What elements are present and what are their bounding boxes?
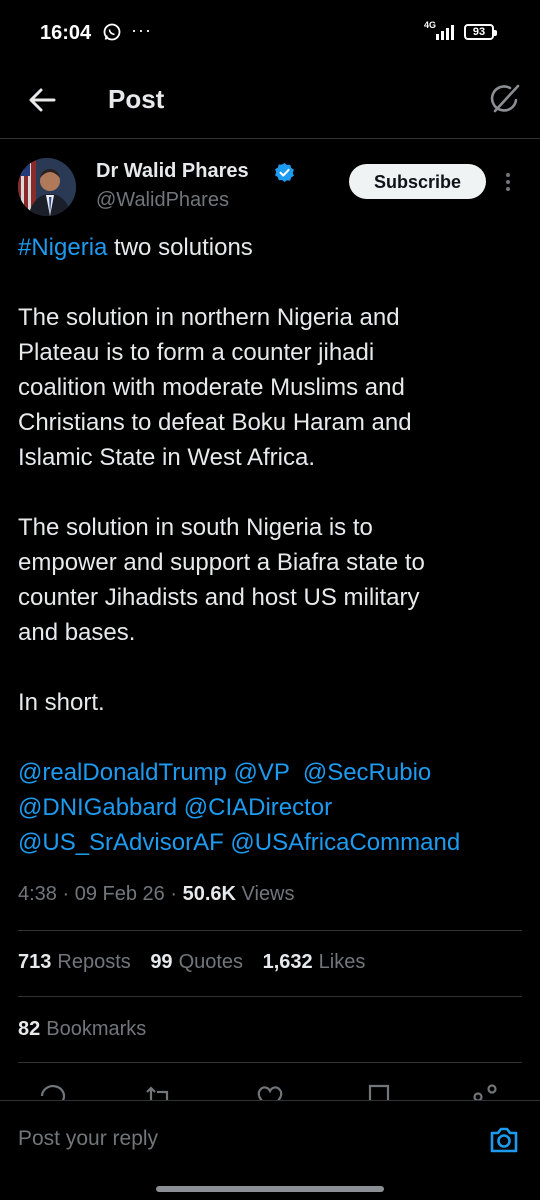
reply-input[interactable] bbox=[18, 1127, 458, 1151]
author-handle[interactable]: @WalidPhares bbox=[96, 189, 229, 212]
status-time: 16:04 bbox=[40, 22, 92, 44]
network-type: 4G bbox=[424, 20, 437, 30]
post-paragraph: empower and support a Biafra state to bbox=[18, 549, 425, 576]
mention-links[interactable]: @US_SrAdvisorAF @USAfricaCommand bbox=[18, 825, 528, 860]
like-icon[interactable] bbox=[255, 1082, 285, 1102]
whatsapp-icon bbox=[103, 23, 121, 46]
post-paragraph: Christians to defeat Boku Haram and bbox=[18, 409, 412, 436]
battery-icon: 93 bbox=[464, 24, 497, 40]
avatar[interactable] bbox=[18, 158, 76, 216]
bookmarks-stat[interactable]: 82 Bookmarks bbox=[18, 1018, 146, 1041]
post-date: 09 Feb 26 bbox=[74, 883, 165, 905]
divider bbox=[18, 996, 522, 997]
arrow-left-icon[interactable] bbox=[24, 82, 60, 118]
verified-badge-icon bbox=[274, 162, 295, 188]
top-bar: Post bbox=[0, 66, 540, 139]
post-paragraph: Islamic State in West Africa. bbox=[18, 444, 315, 471]
action-bar bbox=[0, 1080, 540, 1102]
status-bar: 16:04 ··· 4G 93 bbox=[0, 0, 540, 66]
post-first-line: #Nigeria two solutions bbox=[18, 230, 528, 265]
divider bbox=[18, 1062, 522, 1063]
divider bbox=[18, 930, 522, 931]
views-label: Views bbox=[241, 883, 295, 905]
post-text: two solutions bbox=[107, 234, 253, 261]
more-dots-icon: ··· bbox=[131, 20, 152, 40]
hashtag-link[interactable]: #Nigeria bbox=[18, 234, 107, 261]
grok-icon[interactable] bbox=[486, 80, 524, 118]
mention-links[interactable]: @DNIGabbard @CIADirector bbox=[18, 790, 528, 825]
battery-level: 93 bbox=[472, 26, 486, 38]
post-paragraph: In short. bbox=[18, 689, 105, 716]
post-paragraph: Plateau is to form a counter jihadi bbox=[18, 339, 375, 366]
post-paragraph: coalition with moderate Muslims and bbox=[18, 374, 405, 401]
likes-stat[interactable]: 1,632 Likes bbox=[263, 951, 366, 973]
camera-icon[interactable] bbox=[487, 1123, 521, 1162]
engagement-stats: 713 Reposts 99 Quotes 1,632 Likes bbox=[18, 951, 379, 974]
post-meta: 4:38 · 09 Feb 26 · 50.6K Views bbox=[18, 883, 295, 905]
repost-icon[interactable] bbox=[144, 1082, 174, 1102]
reposts-stat[interactable]: 713 Reposts bbox=[18, 951, 131, 973]
reply-icon[interactable] bbox=[38, 1082, 68, 1102]
bookmark-icon[interactable] bbox=[364, 1082, 394, 1102]
mention-links[interactable]: @realDonaldTrump @VP @SecRubio bbox=[18, 755, 528, 790]
post-paragraph: counter Jihadists and host US military bbox=[18, 584, 420, 611]
reply-bar bbox=[0, 1100, 540, 1181]
author-name[interactable]: Dr Walid Phares bbox=[96, 160, 249, 183]
quotes-stat[interactable]: 99 Quotes bbox=[150, 951, 243, 973]
post-paragraph: The solution in south Nigeria is to bbox=[18, 514, 373, 541]
post-paragraph: The solution in northern Nigeria and bbox=[18, 304, 400, 331]
more-options-icon[interactable] bbox=[503, 172, 513, 199]
post-paragraph: and bases. bbox=[18, 619, 136, 646]
page-title: Post bbox=[108, 84, 165, 114]
share-icon[interactable] bbox=[470, 1082, 500, 1102]
post-time: 4:38 bbox=[18, 883, 57, 905]
signal-icon bbox=[436, 24, 460, 45]
subscribe-button[interactable]: Subscribe bbox=[349, 164, 486, 199]
home-indicator[interactable] bbox=[156, 1186, 384, 1192]
views-count: 50.6K bbox=[182, 883, 236, 905]
post-body: #Nigeria two solutions The solution in n… bbox=[18, 230, 528, 860]
